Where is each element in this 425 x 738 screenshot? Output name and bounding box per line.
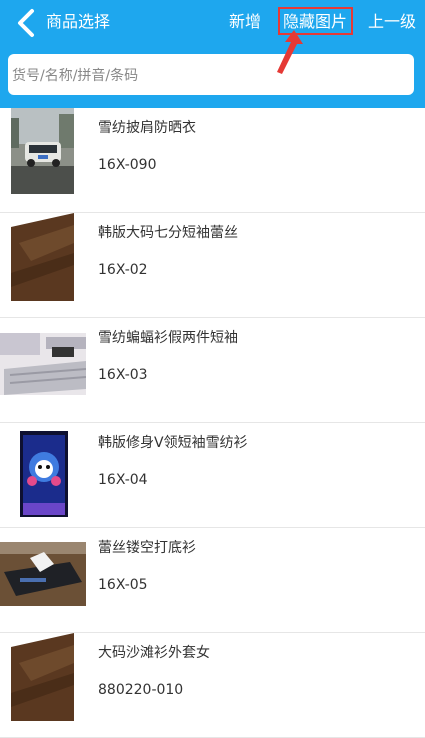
search-box[interactable] (8, 54, 416, 97)
page-title: 商品选择 (46, 12, 111, 31)
product-code: 16X-04 (98, 472, 148, 488)
product-name: 大码沙滩衫外套女 (98, 645, 210, 661)
product-list: 雪纺披肩防晒衣 16X-090 韩版大码七分短袖蕾丝 16X-02 雪纺蝙蝠衫假… (0, 108, 425, 738)
product-thumbnail (11, 108, 74, 194)
product-thumbnail (11, 633, 74, 721)
up-level-button[interactable]: 上一级 (368, 11, 416, 33)
product-name: 韩版大码七分短袖蕾丝 (98, 225, 238, 241)
annotation-arrow-icon (277, 30, 303, 74)
list-item[interactable]: 雪纺披肩防晒衣 16X-090 (0, 108, 425, 213)
product-thumbnail (20, 431, 68, 517)
product-thumbnail (0, 333, 86, 395)
product-code: 16X-02 (98, 262, 148, 278)
list-item[interactable]: 蕾丝镂空打底衫 16X-05 (0, 528, 425, 633)
product-code: 16X-090 (98, 157, 157, 173)
product-name: 雪纺蝙蝠衫假两件短袖 (98, 330, 238, 346)
list-item[interactable]: 雪纺蝙蝠衫假两件短袖 16X-03 (0, 318, 425, 423)
product-name: 韩版修身V领短袖雪纺衫 (98, 435, 248, 451)
add-button[interactable]: 新增 (229, 11, 261, 33)
back-arrow-icon[interactable] (14, 8, 40, 38)
product-code: 16X-05 (98, 577, 148, 593)
product-name: 蕾丝镂空打底衫 (98, 540, 196, 556)
product-code: 16X-03 (98, 367, 148, 383)
product-thumbnail (11, 213, 74, 301)
list-item[interactable]: 韩版修身V领短袖雪纺衫 16X-04 (0, 423, 425, 528)
product-code: 880220-010 (98, 682, 184, 698)
product-thumbnail (0, 542, 86, 606)
search-input[interactable] (10, 54, 416, 97)
top-bar: 商品选择 新增 隐藏图片 上一级 (0, 0, 425, 108)
list-item[interactable]: 大码沙滩衫外套女 880220-010 (0, 633, 425, 738)
product-name: 雪纺披肩防晒衣 (98, 120, 196, 136)
list-item[interactable]: 韩版大码七分短袖蕾丝 16X-02 (0, 213, 425, 318)
